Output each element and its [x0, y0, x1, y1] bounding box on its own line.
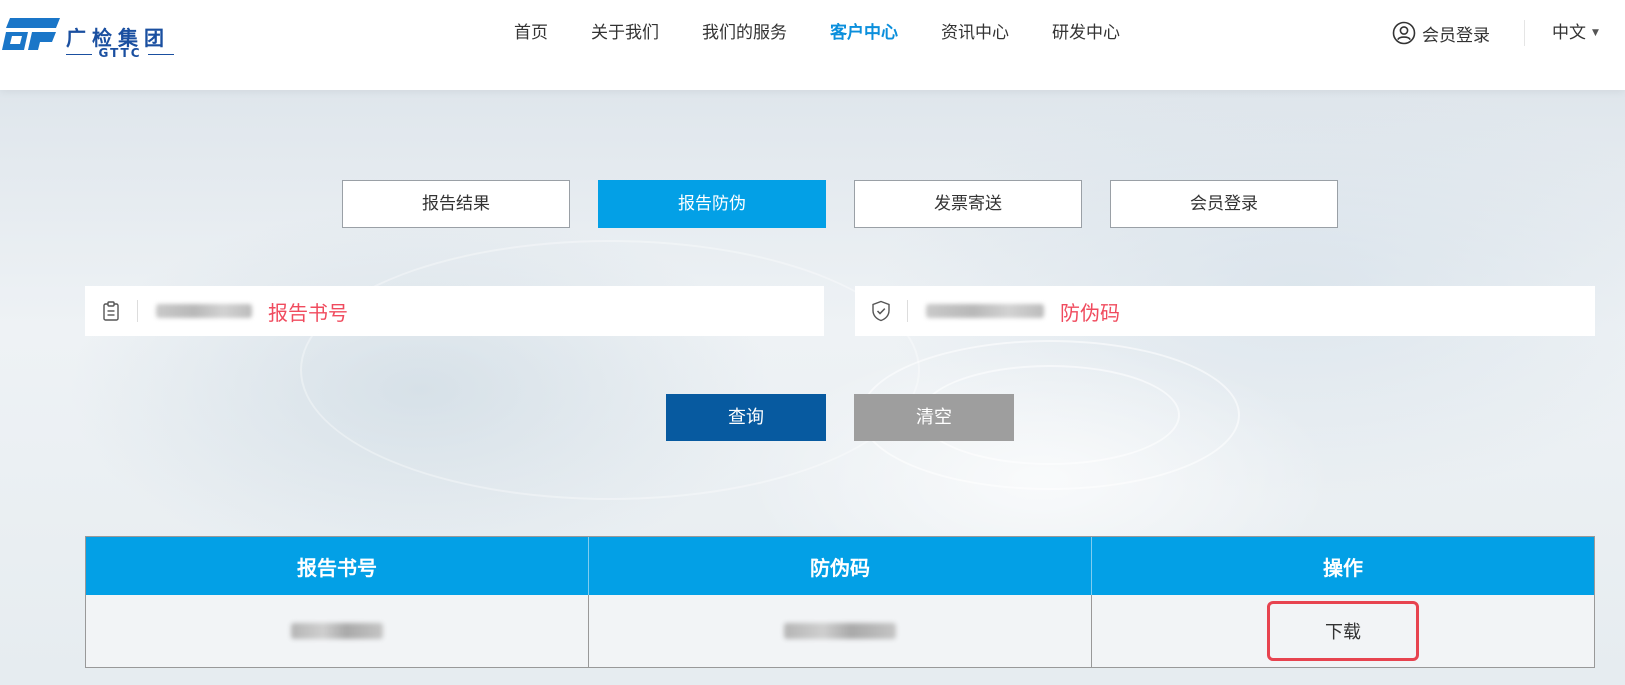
member-login-label: 会员登录	[1422, 25, 1490, 46]
main-nav: 首页 关于我们 我们的服务 客户中心 资讯中心 研发中心	[514, 20, 1120, 46]
shield-check-icon	[855, 286, 907, 336]
query-button[interactable]: 查询	[666, 394, 826, 441]
field-separator	[907, 300, 908, 322]
gttc-logo-icon	[2, 18, 60, 50]
member-login-link[interactable]: 会员登录	[1392, 20, 1490, 46]
download-label: 下载	[1325, 622, 1361, 643]
cell-action: 下载	[1092, 595, 1594, 667]
nav-item-home[interactable]: 首页	[514, 20, 548, 46]
header-divider	[1524, 20, 1525, 46]
anti-fake-code-field[interactable]: 防伪码	[855, 286, 1595, 336]
report-number-value-redacted	[156, 304, 252, 318]
nav-item-rnd[interactable]: 研发中心	[1052, 20, 1120, 46]
nav-item-about[interactable]: 关于我们	[591, 20, 659, 46]
tab-report-result[interactable]: 报告结果	[342, 180, 570, 228]
anti-fake-code-redacted	[784, 623, 896, 639]
tab-invoice-delivery[interactable]: 发票寄送	[854, 180, 1082, 228]
cell-report-number	[86, 595, 589, 667]
download-button[interactable]: 下载	[1267, 601, 1419, 661]
column-header-anti-fake-code: 防伪码	[589, 537, 1092, 595]
logo-english-text: GTTC	[66, 46, 174, 60]
column-header-action: 操作	[1323, 555, 1363, 580]
user-icon	[1392, 21, 1416, 45]
report-number-hint: 报告书号	[268, 300, 348, 325]
column-header-report-number: 报告书号	[86, 537, 589, 595]
table-row: 下载	[86, 595, 1594, 667]
tab-member-login[interactable]: 会员登录	[1110, 180, 1338, 228]
tab-report-anti-fake[interactable]: 报告防伪	[598, 180, 826, 228]
language-label: 中文	[1552, 23, 1586, 43]
table-header: 报告书号 防伪码 操作	[86, 537, 1594, 595]
report-number-field[interactable]: 报告书号	[85, 286, 824, 336]
caret-down-icon: ▼	[1592, 28, 1599, 38]
language-selector[interactable]: 中文 ▼	[1552, 20, 1599, 46]
clipboard-icon	[85, 286, 137, 336]
nav-item-services[interactable]: 我们的服务	[702, 20, 787, 46]
clear-button[interactable]: 清空	[854, 394, 1014, 441]
field-separator	[137, 300, 138, 322]
results-table: 报告书号 防伪码 操作 下载	[85, 536, 1595, 668]
anti-fake-code-value-redacted	[926, 304, 1044, 318]
gttc-logo[interactable]: 广检集团 GTTC	[0, 10, 180, 60]
nav-item-news[interactable]: 资讯中心	[941, 20, 1009, 46]
glass-curve-decoration	[300, 240, 920, 500]
report-number-redacted	[291, 623, 383, 639]
cell-anti-fake-code	[589, 595, 1092, 667]
anti-fake-code-hint: 防伪码	[1060, 300, 1120, 325]
site-header: 广检集团 GTTC 首页 关于我们 我们的服务 客户中心 资讯中心 研发中心 会…	[0, 0, 1625, 90]
nav-item-customer-center[interactable]: 客户中心	[830, 20, 898, 46]
